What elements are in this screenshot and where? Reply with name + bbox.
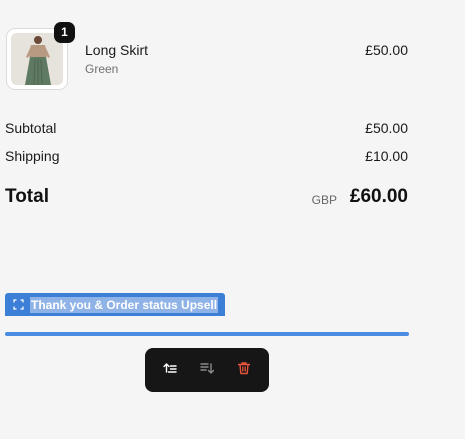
move-down-icon: [200, 361, 215, 380]
delete-button[interactable]: [230, 356, 258, 384]
product-price: £50.00: [365, 42, 408, 58]
quantity-badge: 1: [54, 22, 75, 43]
move-down-button[interactable]: [193, 356, 221, 384]
section-selection-outline: [5, 332, 409, 336]
section-name: Thank you & Order status Upsell: [30, 296, 219, 313]
currency-code: GBP: [311, 193, 337, 207]
product-name: Long Skirt: [85, 42, 149, 58]
product-variant: Green: [85, 62, 119, 76]
total-label: Total: [5, 186, 49, 207]
total-value: £60.00: [349, 186, 408, 207]
section-frame-icon: [13, 299, 24, 310]
section-toolbar: [145, 348, 269, 392]
move-up-icon: [162, 361, 177, 380]
section-selection-tag[interactable]: Thank you & Order status Upsell: [5, 293, 226, 316]
subtotal-value: £50.00: [365, 120, 408, 136]
subtotal-label: Subtotal: [5, 120, 57, 136]
shipping-value: £10.00: [365, 148, 408, 164]
trash-icon: [237, 361, 251, 380]
shipping-label: Shipping: [5, 148, 60, 164]
move-up-button[interactable]: [156, 356, 184, 384]
